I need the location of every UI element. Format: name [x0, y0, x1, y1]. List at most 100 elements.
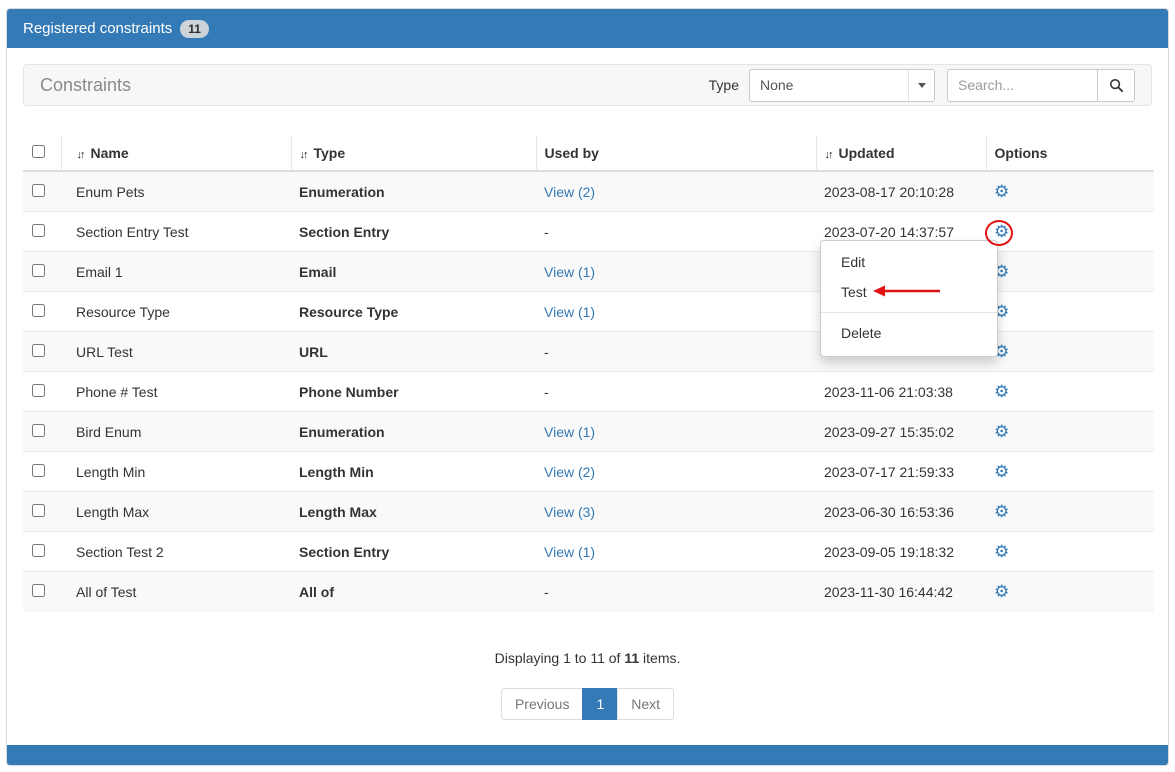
row-options: ⚙: [986, 252, 1154, 292]
row-updated: 2023-09-27 15:35:02: [816, 412, 986, 452]
row-options: ⚙: [986, 372, 1154, 412]
constraints-table: ↓↑Name ↓↑Type Used by ↓↑Updated Options: [23, 136, 1154, 612]
row-name: Enum Pets: [61, 171, 291, 212]
context-menu: Edit Test Delete: [820, 240, 998, 357]
row-checkbox[interactable]: [32, 224, 45, 237]
annotation-arrow: [872, 284, 942, 298]
pagination-previous[interactable]: Previous: [501, 688, 583, 720]
table-row: Section Test 2 Section Entry View (1) 20…: [23, 532, 1154, 572]
panel-body: Constraints Type None: [7, 48, 1168, 745]
row-options: ⚙: [986, 171, 1154, 212]
pagination-next[interactable]: Next: [617, 688, 674, 720]
row-checkbox-cell: [23, 292, 61, 332]
used-by-value: -: [544, 384, 549, 400]
column-header-options: Options: [986, 136, 1154, 171]
row-type: Enumeration: [291, 171, 536, 212]
search-input[interactable]: [947, 69, 1097, 102]
gear-icon[interactable]: ⚙: [994, 462, 1009, 481]
row-used-by: -: [536, 372, 816, 412]
used-by-link[interactable]: View (2): [544, 184, 595, 200]
used-by-value: -: [544, 344, 549, 360]
row-updated: 2023-11-06 21:03:38: [816, 372, 986, 412]
search-group: [947, 69, 1135, 102]
row-checkbox[interactable]: [32, 304, 45, 317]
row-name: Length Min: [61, 452, 291, 492]
row-type: Phone Number: [291, 372, 536, 412]
row-checkbox[interactable]: [32, 584, 45, 597]
row-type: Section Entry: [291, 212, 536, 252]
row-name: Section Test 2: [61, 532, 291, 572]
row-checkbox-cell: [23, 412, 61, 452]
column-header-used-by: Used by: [536, 136, 816, 171]
row-type: Resource Type: [291, 292, 536, 332]
select-all-checkbox[interactable]: [32, 145, 45, 158]
gear-icon[interactable]: ⚙: [994, 422, 1009, 441]
row-type: URL: [291, 332, 536, 372]
row-checkbox[interactable]: [32, 184, 45, 197]
gear-icon[interactable]: ⚙: [994, 582, 1009, 601]
row-checkbox[interactable]: [32, 344, 45, 357]
row-used-by: View (1): [536, 412, 816, 452]
row-checkbox-cell: [23, 452, 61, 492]
row-checkbox[interactable]: [32, 464, 45, 477]
row-checkbox-cell: [23, 532, 61, 572]
row-used-by: -: [536, 212, 816, 252]
used-by-link[interactable]: View (1): [544, 544, 595, 560]
row-checkbox-cell: [23, 372, 61, 412]
sort-icon: ↓↑: [825, 149, 832, 161]
row-updated: 2023-08-17 20:10:28: [816, 171, 986, 212]
toolbar-heading: Constraints: [40, 75, 131, 96]
used-by-link[interactable]: View (1): [544, 264, 595, 280]
used-by-value: -: [544, 584, 549, 600]
used-by-link[interactable]: View (1): [544, 304, 595, 320]
row-checkbox-cell: [23, 171, 61, 212]
row-type: Section Entry: [291, 532, 536, 572]
row-name: Length Max: [61, 492, 291, 532]
row-used-by: View (1): [536, 292, 816, 332]
gear-icon[interactable]: ⚙: [994, 502, 1009, 521]
used-by-link[interactable]: View (3): [544, 504, 595, 520]
row-name: Bird Enum: [61, 412, 291, 452]
row-type: All of: [291, 572, 536, 612]
row-updated: 2023-11-30 16:44:42: [816, 572, 986, 612]
row-checkbox[interactable]: [32, 264, 45, 277]
search-icon: [1109, 78, 1124, 93]
header-checkbox-cell: [23, 136, 61, 171]
row-used-by: -: [536, 572, 816, 612]
gear-icon[interactable]: ⚙: [994, 382, 1009, 401]
pagination: Previous 1 Next: [23, 688, 1152, 720]
row-checkbox[interactable]: [32, 504, 45, 517]
menu-item-delete[interactable]: Delete: [821, 318, 997, 348]
used-by-link[interactable]: View (2): [544, 464, 595, 480]
row-used-by: View (3): [536, 492, 816, 532]
row-checkbox-cell: [23, 252, 61, 292]
menu-item-edit[interactable]: Edit: [821, 247, 997, 277]
row-checkbox-cell: [23, 572, 61, 612]
type-select[interactable]: None: [749, 69, 935, 102]
row-options: ⚙: [986, 332, 1154, 372]
table-row: Length Max Length Max View (3) 2023-06-3…: [23, 492, 1154, 532]
panel-title: Registered constraints: [23, 20, 172, 37]
row-checkbox[interactable]: [32, 424, 45, 437]
pagination-page-1[interactable]: 1: [582, 688, 618, 720]
used-by-link[interactable]: View (1): [544, 424, 595, 440]
row-used-by: View (1): [536, 532, 816, 572]
row-checkbox[interactable]: [32, 544, 45, 557]
column-header-name[interactable]: ↓↑Name: [61, 136, 291, 171]
row-checkbox-cell: [23, 212, 61, 252]
column-header-updated[interactable]: ↓↑Updated: [816, 136, 986, 171]
row-type: Email: [291, 252, 536, 292]
gear-icon[interactable]: ⚙: [994, 182, 1009, 201]
type-select-value: None: [750, 77, 793, 93]
table-row: All of Test All of - 2023-11-30 16:44:42…: [23, 572, 1154, 612]
row-checkbox[interactable]: [32, 384, 45, 397]
row-options: ⚙: [986, 492, 1154, 532]
row-type: Enumeration: [291, 412, 536, 452]
row-used-by: View (2): [536, 452, 816, 492]
gear-icon[interactable]: ⚙: [994, 542, 1009, 561]
row-used-by: -: [536, 332, 816, 372]
search-button[interactable]: [1097, 69, 1135, 102]
column-header-type[interactable]: ↓↑Type: [291, 136, 536, 171]
type-label: Type: [709, 77, 739, 93]
caret-down-icon: [908, 70, 934, 101]
